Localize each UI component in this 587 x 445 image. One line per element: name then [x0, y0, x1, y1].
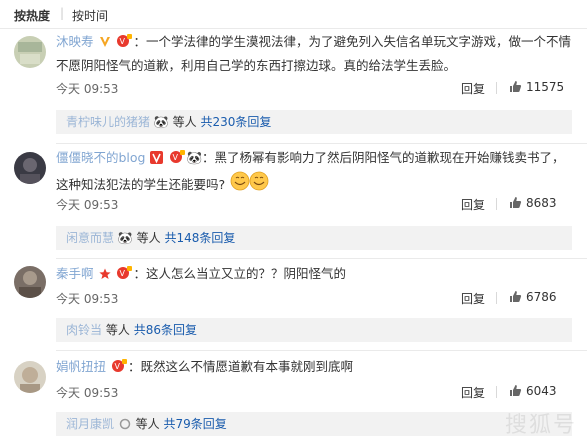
comment-username[interactable]: 僵僵晓不的blog: [56, 150, 146, 165]
comment-time: 今天 09:53: [56, 386, 119, 400]
comment-divider: [56, 350, 587, 351]
thumb-up-icon: [509, 80, 522, 96]
thread-emoji: 🐼: [153, 115, 169, 129]
comment-time: 今天 09:53: [56, 198, 119, 212]
action-divider: [496, 386, 497, 398]
sort-separator: |: [60, 6, 65, 20]
vip-badge-icon: V: [111, 358, 127, 380]
thumb-up-icon: [509, 290, 522, 306]
inline-emoji: 🐼: [186, 150, 203, 165]
star-badge-icon: [98, 265, 111, 287]
like-button[interactable]: 6043: [509, 384, 557, 400]
thread-username[interactable]: 润月康凯: [66, 417, 114, 431]
reply-button[interactable]: 回复: [461, 384, 485, 401]
reply-thread-summary[interactable]: 闲意而慧 🐼 等人 共148条回复: [56, 226, 572, 250]
view-replies-link[interactable]: 共148条回复: [164, 231, 235, 245]
view-replies-link[interactable]: 共230条回复: [200, 115, 271, 129]
like-button[interactable]: 8683: [509, 196, 557, 212]
thumb-up-icon: [509, 384, 522, 400]
comment-text: 秦手啊 V ：这人怎么当立又立的？？阴阳怪气的: [56, 263, 572, 287]
thread-username[interactable]: 肉铃当: [66, 323, 102, 337]
svg-text:V: V: [120, 37, 126, 46]
view-replies-link[interactable]: 共86条回复: [134, 323, 197, 337]
reply-button[interactable]: 回复: [461, 196, 485, 213]
smile-emoji-icon: [230, 171, 270, 198]
comment-actions: 回复 11575: [453, 80, 573, 96]
vip-badge-icon: V: [169, 149, 186, 171]
comment-username[interactable]: 秦手啊: [56, 266, 94, 281]
verified-badge-icon: [150, 149, 164, 171]
like-count: 6786: [526, 290, 557, 304]
comment-time: 今天 09:53: [56, 292, 119, 306]
verified-badge-icon: [99, 33, 111, 55]
comment-username[interactable]: 娟帆扭扭: [56, 359, 106, 374]
avatar[interactable]: [14, 152, 46, 184]
reply-thread-summary[interactable]: 肉铃当 等人 共86条回复: [56, 318, 572, 342]
thread-prefix: 等人: [135, 417, 160, 431]
comment-actions: 回复 8683: [453, 196, 573, 212]
action-divider: [496, 198, 497, 210]
view-replies-link[interactable]: 共79条回复: [164, 417, 227, 431]
comment-text: 娟帆扭扭 V ：既然这么不情愿道歉有本事就刚到底啊: [56, 356, 572, 380]
action-divider: [496, 292, 497, 304]
comment-body: ：这人怎么当立又立的？？阴阳怪气的: [133, 266, 346, 281]
sort-bar: 按热度 | 按时间: [0, 0, 587, 29]
comment-username[interactable]: 沐映寿: [56, 34, 94, 49]
svg-text:V: V: [115, 362, 121, 371]
thread-username[interactable]: 青柠味儿的猪猪: [66, 115, 150, 129]
reply-thread-summary[interactable]: 润月康凯 等人 共79条回复: [56, 412, 572, 436]
thread-prefix: 等人: [136, 231, 161, 245]
avatar[interactable]: [14, 361, 46, 393]
thread-username[interactable]: 闲意而慧: [66, 231, 114, 245]
like-count: 6043: [526, 384, 557, 398]
avatar[interactable]: [14, 266, 46, 298]
comment-divider: [56, 258, 587, 259]
comment-body: ：既然这么不情愿道歉有本事就刚到底啊: [128, 359, 354, 374]
vip-badge-icon: V: [116, 33, 133, 55]
comment-time: 今天 09:53: [56, 82, 119, 96]
like-count: 11575: [526, 80, 565, 94]
reply-thread-summary[interactable]: 青柠味儿的猪猪 🐼 等人 共230条回复: [56, 110, 572, 134]
comment-text: 沐映寿 V ：一个学法律的学生漠视法律，为了避免列入失信名单玩文字游戏，做一个不情…: [56, 31, 572, 77]
vip-badge-icon: V: [116, 265, 133, 287]
sort-by-hot-tab[interactable]: 按热度: [14, 7, 50, 24]
like-button[interactable]: 11575: [509, 80, 564, 96]
comment-body: ：一个学法律的学生漠视法律，为了避免列入失信名单玩文字游戏，做一个不情不愿阴阳怪…: [56, 34, 571, 73]
thread-emoji: 🐼: [117, 231, 133, 245]
like-count: 8683: [526, 196, 557, 210]
svg-text:V: V: [120, 269, 126, 278]
avatar[interactable]: [14, 36, 46, 68]
like-button[interactable]: 6786: [509, 290, 557, 306]
svg-text:V: V: [173, 153, 179, 162]
action-divider: [496, 82, 497, 94]
thread-prefix: 等人: [172, 115, 197, 129]
comment-text: 僵僵晓不的blog V 🐼：黑了杨幂有影响力了然后阴阳怪气的道歉现在开始赚钱卖书了…: [56, 147, 572, 198]
ring-emoji-icon: [119, 414, 131, 438]
reply-button[interactable]: 回复: [461, 80, 485, 97]
comment-actions: 回复 6786: [453, 290, 573, 306]
sort-by-time-tab[interactable]: 按时间: [72, 7, 108, 24]
watermark: 搜狐号: [504, 413, 577, 438]
comment-actions: 回复 6043: [453, 384, 573, 400]
comment-divider: [56, 143, 587, 144]
thread-prefix: 等人: [105, 323, 130, 337]
thumb-up-icon: [509, 196, 522, 212]
reply-button[interactable]: 回复: [461, 290, 485, 307]
